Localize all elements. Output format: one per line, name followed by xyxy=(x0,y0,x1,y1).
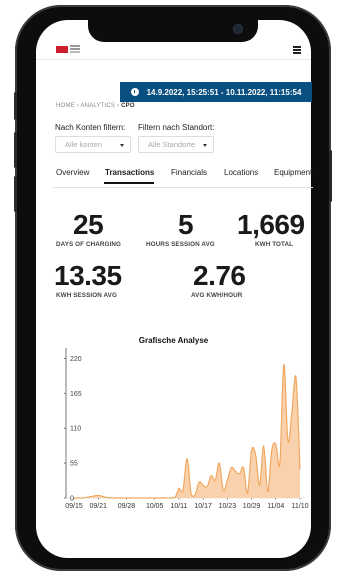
x-tick-label: 09/21 xyxy=(89,503,107,510)
y-tick-label: 0 xyxy=(70,496,74,503)
y-tick-label: 220 xyxy=(70,356,82,363)
x-tick-label: 10/11 xyxy=(170,503,187,510)
y-tick-label: 110 xyxy=(70,426,81,433)
x-tick-label: 11/04 xyxy=(267,503,284,510)
x-tick-label: 10/05 xyxy=(146,503,164,510)
x-tick-label: 11/10 xyxy=(292,503,309,510)
y-tick-label: 165 xyxy=(70,391,82,398)
x-tick-label: 10/23 xyxy=(219,503,237,510)
x-tick-label: 09/28 xyxy=(118,503,136,510)
x-tick-label: 10/29 xyxy=(243,503,261,510)
x-tick-label: 09/15 xyxy=(65,503,83,510)
area-chart: 0 55 110 165 220 09/15 09/21 09/28 10/05 10/11 10/… xyxy=(64,348,309,510)
y-tick-label: 55 xyxy=(70,461,78,468)
x-tick-label: 10/17 xyxy=(194,503,212,510)
